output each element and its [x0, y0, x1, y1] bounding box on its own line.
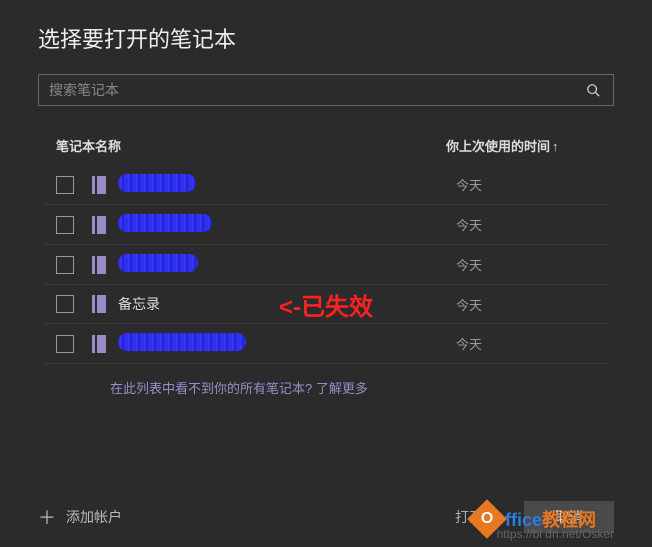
notebook-time: 今天 — [456, 295, 596, 314]
notebook-time: 今天 — [456, 175, 596, 194]
dialog-title: 选择要打开的笔记本 — [0, 0, 652, 74]
notebook-icon — [92, 216, 106, 234]
sort-arrow-icon: ↑ — [552, 139, 559, 154]
search-button[interactable] — [573, 75, 613, 105]
watermark-url: https://bl dn.net/Osker — [497, 527, 614, 541]
notebook-row[interactable]: 今天 — [44, 205, 608, 245]
notebook-row[interactable]: 备忘录今天<-已失效 — [44, 285, 608, 324]
checkbox[interactable] — [56, 335, 74, 353]
checkbox[interactable] — [56, 295, 74, 313]
plus-icon: ＋ — [38, 504, 56, 530]
notebook-icon — [92, 335, 106, 353]
column-headers: 笔记本名称 你上次使用的时间↑ — [0, 106, 652, 165]
header-name[interactable]: 笔记本名称 — [56, 136, 446, 155]
checkbox[interactable] — [56, 256, 74, 274]
notebook-name: 备忘录 — [118, 294, 456, 314]
help-text: 在此列表中看不到你的所有笔记本? 了解更多 — [110, 378, 652, 397]
notebook-row[interactable]: 今天 — [44, 165, 608, 205]
checkbox[interactable] — [56, 176, 74, 194]
notebook-time: 今天 — [456, 334, 596, 353]
notebook-icon — [92, 176, 106, 194]
notebook-name — [118, 174, 456, 195]
search-input[interactable] — [39, 82, 573, 98]
add-account-button[interactable]: ＋ 添加帐户 — [38, 504, 122, 530]
notebook-row[interactable]: 今天 — [44, 324, 608, 364]
notebook-row[interactable]: 今天 — [44, 245, 608, 285]
search-icon — [586, 83, 600, 97]
checkbox[interactable] — [56, 216, 74, 234]
notebook-icon — [92, 295, 106, 313]
notebook-name — [118, 214, 456, 235]
search-box — [38, 74, 614, 106]
notebook-list: 今天今天今天备忘录今天<-已失效今天 — [0, 165, 652, 364]
notebook-icon — [92, 256, 106, 274]
notebook-name — [118, 254, 456, 275]
header-time[interactable]: 你上次使用的时间↑ — [446, 136, 596, 155]
notebook-name — [118, 333, 456, 354]
notebook-time: 今天 — [456, 255, 596, 274]
learn-more-link[interactable]: 了解更多 — [316, 381, 368, 396]
notebook-time: 今天 — [456, 215, 596, 234]
